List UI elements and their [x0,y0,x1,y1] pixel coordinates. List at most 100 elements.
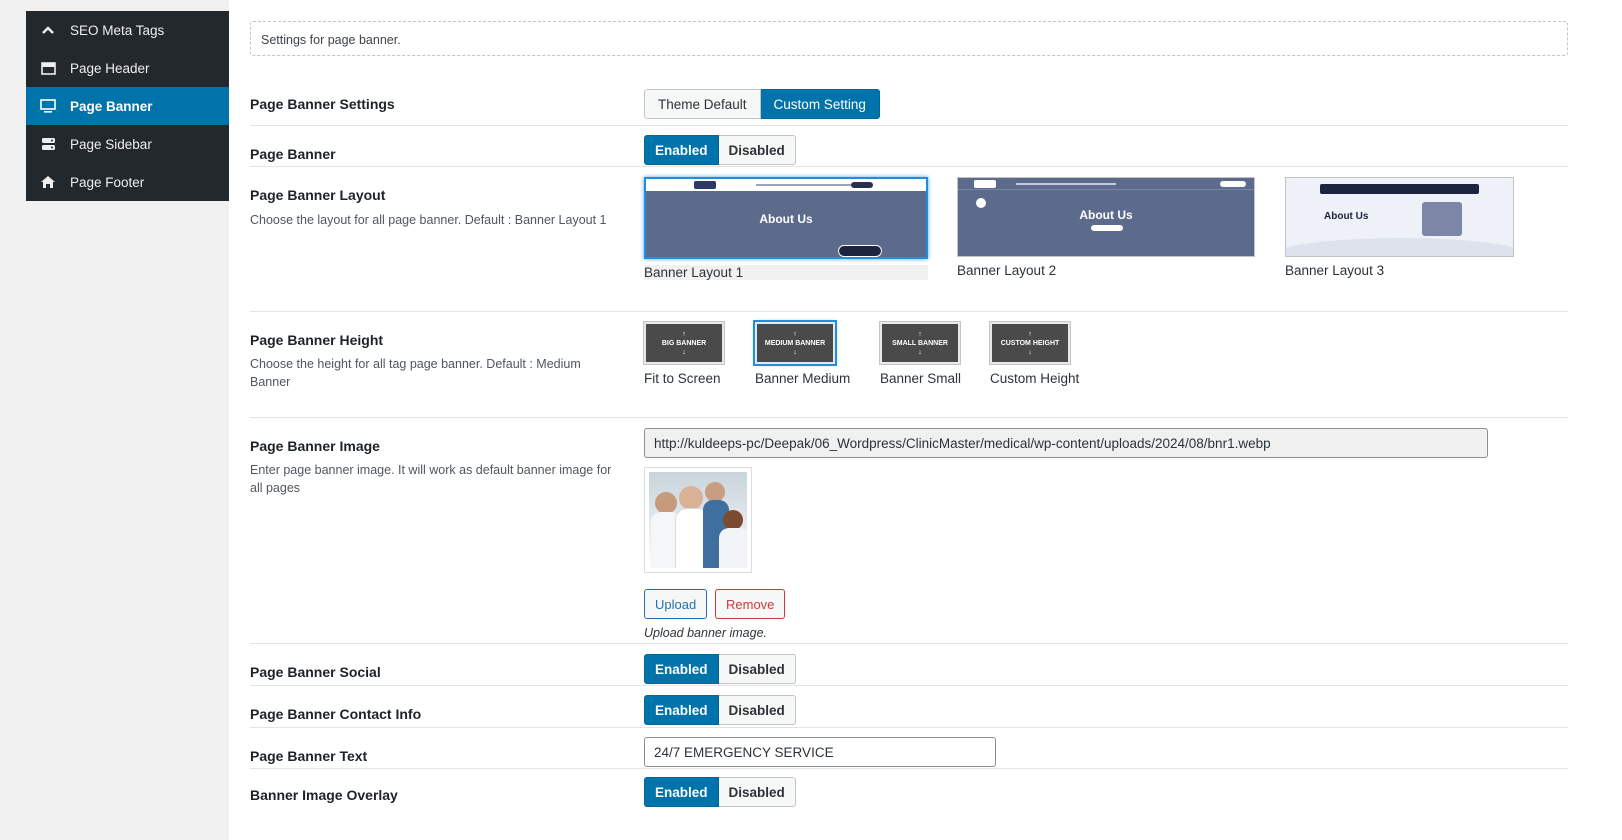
page-banner-toggle: Enabled Disabled [644,135,796,165]
banner-social-enabled-button[interactable]: Enabled [644,654,719,684]
banner-overlay-toggle: Enabled Disabled [644,777,796,807]
banner-social-row: Page Banner Social Enabled Disabled [250,643,1568,685]
banner-layout-3-caption: Banner Layout 3 [1285,263,1385,278]
banner-height-row: Page Banner Height Choose the height for… [250,311,1568,417]
chevron-up-icon [40,22,56,38]
height-small-caption: Banner Small [880,371,962,386]
page-banner-row: Page Banner Enabled Disabled [250,125,1568,166]
banner-image-url-input[interactable]: http://kuldeeps-pc/Deepak/06_Wordpress/C… [644,428,1488,458]
height-custom-caption: Custom Height [990,371,1080,386]
height-preview-text: SMALL BANNER [892,339,948,347]
sidebar-item-page-banner[interactable]: Page Banner [26,87,229,125]
height-small-option[interactable]: ↑ SMALL BANNER ↓ Banner Small [879,321,962,386]
height-custom-option[interactable]: ↑ CUSTOM HEIGHT ↓ Custom Height [989,321,1080,386]
height-preview-text: CUSTOM HEIGHT [1000,339,1060,347]
monitor-icon [40,98,56,114]
arrow-down-icon: ↓ [793,348,797,356]
banner-image-label: Page Banner Image [250,438,380,454]
server-icon [40,136,56,152]
upload-button[interactable]: Upload [644,589,708,619]
preview-button [851,182,873,188]
height-fit-screen-option[interactable]: ↑ BIG BANNER ↓ Fit to Screen [643,321,725,386]
arrow-down-icon: ↓ [682,348,686,356]
custom-setting-button[interactable]: Custom Setting [760,89,880,119]
banner-settings-label: Page Banner Settings [250,96,395,112]
banner-overlay-enabled-button[interactable]: Enabled [644,777,719,807]
banner-text-input[interactable]: 24/7 EMERGENCY SERVICE [644,737,996,767]
preview-logo [694,181,716,189]
preview-title: About Us [1324,211,1369,222]
window-icon [40,60,56,76]
arrow-down-icon: ↓ [918,348,922,356]
banner-layout-2-caption: Banner Layout 2 [957,263,1057,278]
banner-social-label: Page Banner Social [250,664,381,680]
banner-image-desc: Enter page banner image. It will work as… [250,463,612,495]
banner-overlay-row: Banner Image Overlay Enabled Disabled [250,768,1568,840]
banner-image-preview [644,467,752,573]
doctors-photo [649,472,747,568]
preview-nav [1320,184,1479,194]
sidebar-item-page-header[interactable]: Page Header [26,49,229,87]
banner-layout-row: Page Banner Layout Choose the layout for… [250,166,1568,311]
banner-contact-toggle: Enabled Disabled [644,695,796,725]
preview-dot [976,198,986,208]
theme-default-button[interactable]: Theme Default [644,89,761,119]
banner-contact-enabled-button[interactable]: Enabled [644,695,719,725]
page-banner-label: Page Banner [250,146,336,162]
sidebar-item-label: Page Footer [70,174,145,190]
sidebar-nav: SEO Meta Tags Page Header Page Banner Pa… [26,11,229,201]
sidebar-item-label: Page Sidebar [70,136,152,152]
banner-height-desc: Choose the height for all tag page banne… [250,357,581,389]
banner-layout-1-option[interactable]: About Us Banner Layout 1 [644,177,928,280]
banner-settings-row: Page Banner Settings Theme Default Custo… [250,89,1568,125]
arrow-up-icon: ↑ [1028,330,1032,338]
arrow-down-icon: ↓ [1028,348,1032,356]
arrow-up-icon: ↑ [682,330,686,338]
preview-title: About Us [759,212,813,226]
height-custom-preview: ↑ CUSTOM HEIGHT ↓ [989,321,1071,365]
preview-wave [1286,238,1513,256]
banner-overlay-disabled-button[interactable]: Disabled [718,777,796,807]
height-preview-text: BIG BANNER [661,339,707,347]
banner-layout-3-option[interactable]: About Us Banner Layout 3 [1285,177,1514,278]
banner-text-label: Page Banner Text [250,748,368,764]
banner-layout-1-preview: About Us [644,177,928,259]
height-preview-text: MEDIUM BANNER [764,339,826,347]
sidebar-item-page-sidebar[interactable]: Page Sidebar [26,125,229,163]
preview-logo [974,180,996,188]
preview-photo [1422,202,1462,236]
banner-layout-2-preview: About Us [957,177,1255,257]
remove-button[interactable]: Remove [715,589,786,619]
height-fit-screen-caption: Fit to Screen [644,371,721,386]
sidebar-item-label: Page Banner [70,98,153,114]
preview-links [756,184,856,186]
preview-breadcrumb [1091,225,1123,231]
banner-contact-label: Page Banner Contact Info [250,706,422,722]
preview-phone-pill [838,245,882,257]
banner-contact-row: Page Banner Contact Info Enabled Disable… [250,685,1568,727]
banner-social-disabled-button[interactable]: Disabled [718,654,796,684]
arrow-up-icon: ↑ [793,330,797,338]
sidebar-item-label: SEO Meta Tags [70,22,165,38]
sidebar-item-page-footer[interactable]: Page Footer [26,163,229,201]
banner-contact-disabled-button[interactable]: Disabled [718,695,796,725]
banner-image-row: Page Banner Image Enter page banner imag… [250,417,1568,643]
banner-text-row: Page Banner Text 24/7 EMERGENCY SERVICE [250,727,1568,768]
page-banner-disabled-button[interactable]: Disabled [718,135,796,165]
intro-text: Settings for page banner. [250,21,1568,56]
height-fit-screen-preview: ↑ BIG BANNER ↓ [643,321,725,365]
banner-settings-selector: Theme Default Custom Setting [644,89,880,119]
sidebar-item-label: Page Header [70,60,150,76]
page-banner-enabled-button[interactable]: Enabled [644,135,719,165]
banner-layout-2-option[interactable]: About Us Banner Layout 2 [957,177,1255,278]
settings-panel: Settings for page banner. Page Banner Se… [229,0,1622,840]
preview-links [1016,183,1116,185]
banner-layout-label: Page Banner Layout [250,187,386,203]
sidebar-item-seo-meta-tags[interactable]: SEO Meta Tags [26,11,229,49]
banner-height-label: Page Banner Height [250,332,384,348]
banner-layout-1-caption: Banner Layout 1 [644,265,928,280]
height-medium-option[interactable]: ↑ MEDIUM BANNER ↓ Banner Medium [753,320,851,386]
height-medium-preview: ↑ MEDIUM BANNER ↓ [753,320,837,366]
preview-title: About Us [1079,208,1133,222]
height-medium-caption: Banner Medium [755,371,851,386]
